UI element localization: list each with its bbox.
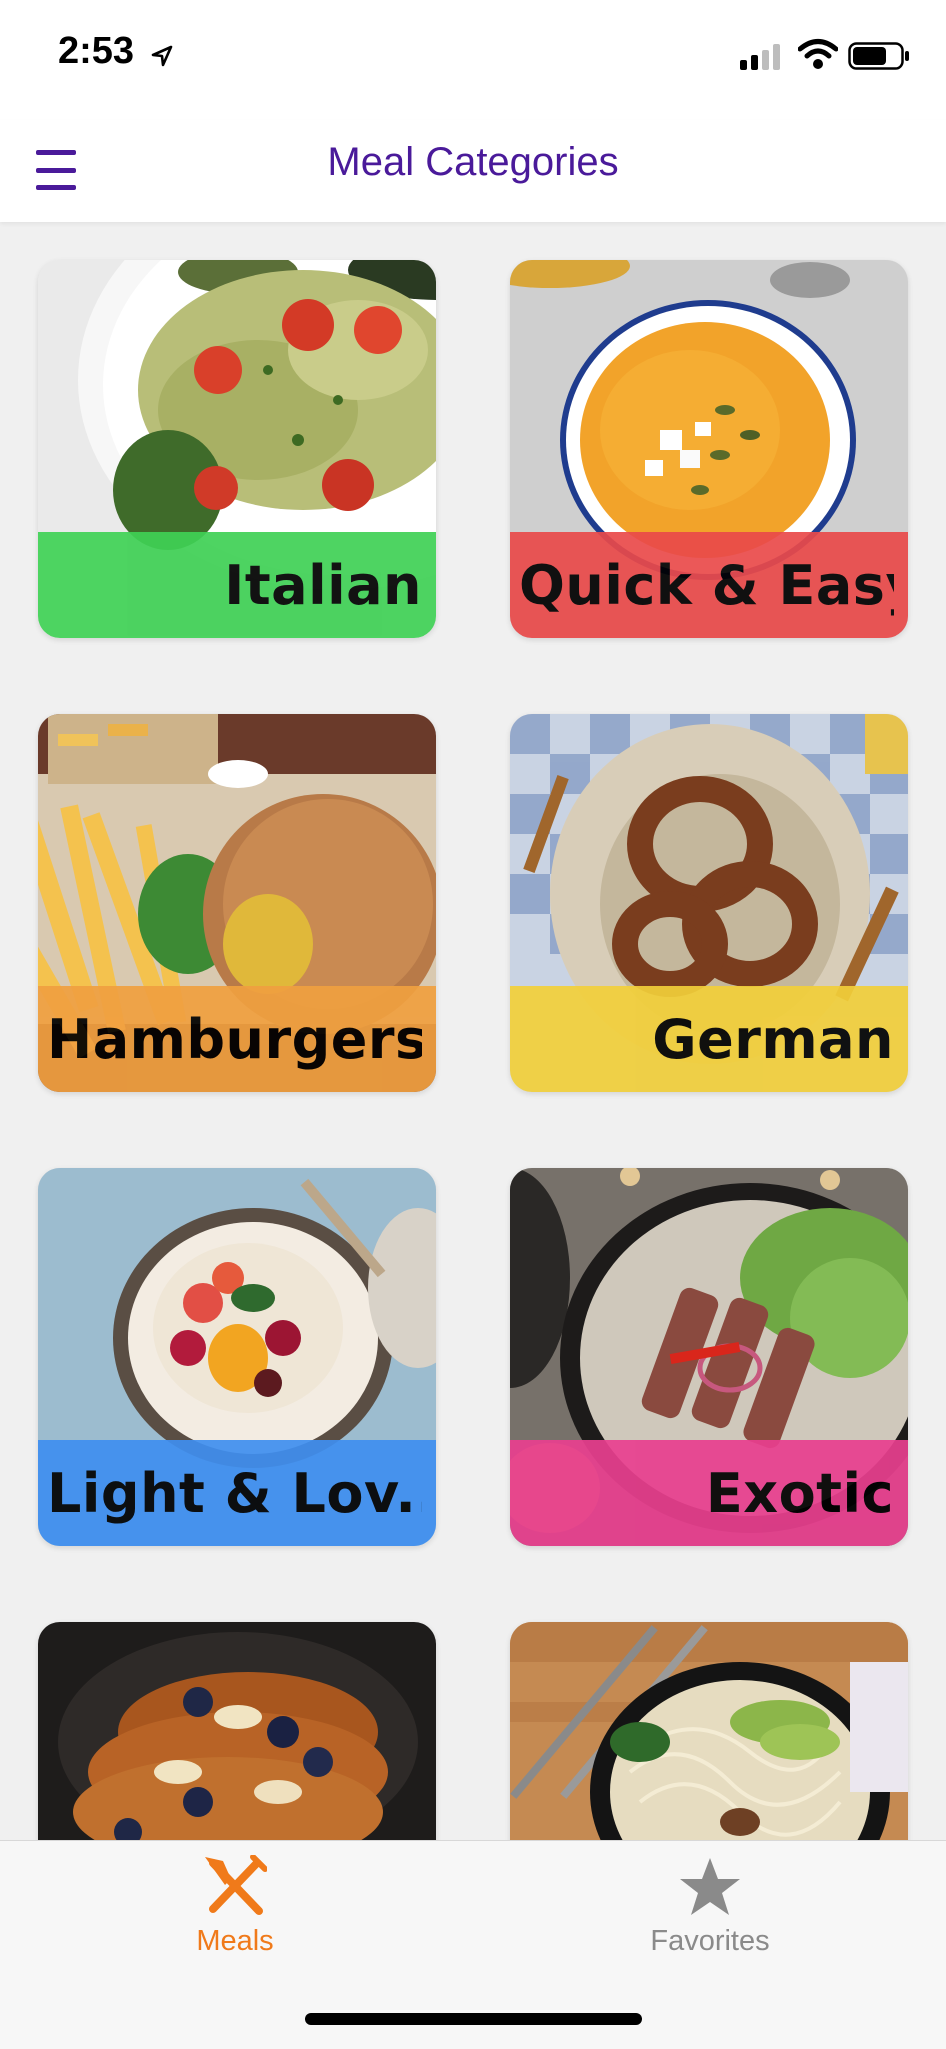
app-header: Meal Categories [0, 120, 946, 222]
category-tile-german[interactable]: German [510, 714, 908, 1092]
category-tile-hamburgers[interactable]: Hamburgers [38, 714, 436, 1092]
category-tile-italian[interactable]: Italian [38, 260, 436, 638]
category-label: German [652, 1007, 894, 1071]
cellular-signal-icon [740, 44, 780, 70]
category-tile-quick-easy[interactable]: Quick & Easy [510, 260, 908, 638]
category-tile-breakfast[interactable] [38, 1622, 436, 1840]
home-indicator [305, 2013, 642, 2025]
category-band: Light & Lov... [38, 1440, 436, 1546]
tab-favorites[interactable]: Favorites [585, 1855, 835, 1975]
tab-meals[interactable]: Meals [110, 1855, 360, 1975]
french-toast-image [38, 1622, 436, 1840]
category-label: Light & Lov... [47, 1461, 422, 1525]
page-title: Meal Categories [327, 140, 619, 184]
category-grid: Italian Quick & Easy Hamburgers German L… [0, 222, 946, 1840]
status-bar: 2:53 [0, 0, 946, 120]
location-arrow-icon [151, 45, 173, 67]
tab-label: Meals [196, 1925, 274, 1957]
category-band: German [510, 986, 908, 1092]
category-tile-asian[interactable] [510, 1622, 908, 1840]
category-tile-light-lovely[interactable]: Light & Lov... [38, 1168, 436, 1546]
star-icon [680, 1858, 740, 1915]
wifi-icon [798, 39, 838, 69]
category-band: Exotic [510, 1440, 908, 1546]
category-band: Hamburgers [38, 986, 436, 1092]
battery-icon [848, 42, 909, 70]
category-label: Hamburgers [47, 1007, 422, 1071]
status-time: 2:53 [58, 30, 135, 72]
noodle-bowl-image [510, 1622, 908, 1840]
tab-label: Favorites [650, 1925, 770, 1957]
category-label: Quick & Easy [519, 553, 894, 617]
category-band: Quick & Easy [510, 532, 908, 638]
category-tile-exotic[interactable]: Exotic [510, 1168, 908, 1546]
fork-knife-icon [205, 1855, 267, 1915]
category-label: Italian [224, 553, 422, 617]
category-band: Italian [38, 532, 436, 638]
category-label: Exotic [705, 1461, 894, 1525]
